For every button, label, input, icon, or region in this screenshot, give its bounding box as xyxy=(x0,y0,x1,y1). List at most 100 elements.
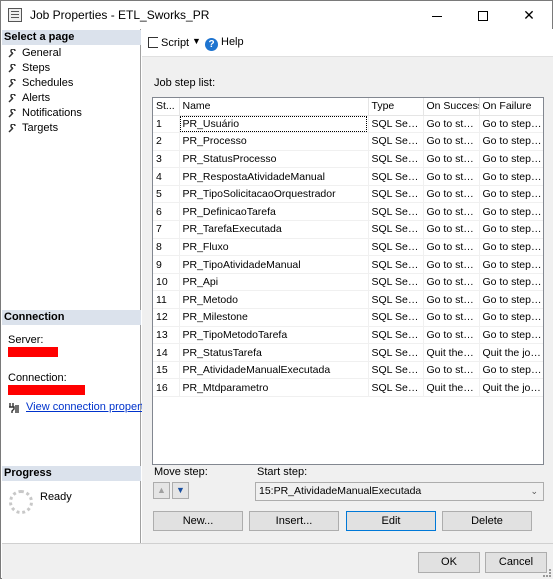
table-cell: 10 xyxy=(153,273,180,292)
table-cell: Quit the j... xyxy=(423,378,480,397)
table-cell: Go to step:... xyxy=(479,308,543,327)
progress-spinner-icon xyxy=(9,490,33,514)
table-cell: Go to step:... xyxy=(479,202,543,222)
step-name-cell: PR_TipoMetodoTarefa xyxy=(179,326,369,345)
table-cell: Go to ste... xyxy=(423,167,480,186)
table-cell: Go to step:... xyxy=(479,326,543,345)
page-item-targets[interactable]: Targets xyxy=(6,121,82,136)
ok-button[interactable]: OK xyxy=(418,552,480,573)
page-item-label: Notifications xyxy=(22,107,82,119)
page-item-alerts[interactable]: Alerts xyxy=(6,91,82,106)
connection-label: Connection: xyxy=(8,372,67,384)
table-row[interactable]: 16 PR_Mtdparametro SQL Serv... Quit the j..… xyxy=(153,378,543,397)
table-cell: 5 xyxy=(153,185,180,204)
cancel-button[interactable]: Cancel xyxy=(485,552,547,573)
arrow-up-icon: ▲ xyxy=(157,485,166,495)
script-button[interactable]: Script xyxy=(148,37,189,49)
table-cell: 6 xyxy=(153,202,180,222)
move-up-button[interactable]: ▲ xyxy=(153,482,170,499)
edit-step-button[interactable]: Edit xyxy=(346,511,436,531)
progress-status: Ready xyxy=(40,491,72,503)
start-step-select[interactable]: 15:PR_AtividadeManualExecutada ⌄ xyxy=(255,482,544,501)
close-button[interactable]: ✕ xyxy=(506,1,552,29)
view-connection-properties: View connection properties xyxy=(8,401,158,413)
new-step-button[interactable]: New... xyxy=(153,511,243,531)
help-label: Help xyxy=(221,36,244,48)
step-name-cell: PR_StatusProcesso xyxy=(179,150,369,169)
column-header[interactable]: On Success xyxy=(423,98,480,116)
server-label: Server: xyxy=(8,334,44,346)
delete-step-button[interactable]: Delete xyxy=(442,511,532,531)
table-row[interactable]: 4 PR_RespostaAtividadeManual SQL Serv... Go… xyxy=(153,167,543,186)
view-connection-properties-link[interactable]: View connection properties xyxy=(26,401,158,413)
table-cell: SQL Serv... xyxy=(368,167,424,186)
script-icon xyxy=(148,37,158,48)
table-cell: SQL Serv... xyxy=(368,378,424,397)
step-name-cell: PR_Fluxo xyxy=(179,238,369,257)
page-item-general[interactable]: General xyxy=(6,46,82,61)
page-item-schedules[interactable]: Schedules xyxy=(6,76,82,91)
resize-grip-icon[interactable] xyxy=(543,569,551,577)
table-cell: Go to ste... xyxy=(423,326,480,345)
table-row[interactable]: 7 PR_TarefaExecutada SQL Serv... Go to ste.… xyxy=(153,220,543,239)
progress-header: Progress xyxy=(2,466,141,481)
table-row[interactable]: 9 PR_TipoAtividadeManual SQL Serv... Go to … xyxy=(153,255,543,274)
job-properties-window: Job Properties - ETL_Sworks_PR ✕ Select … xyxy=(0,0,553,579)
step-name-cell: PR_TipoSolicitacaoOrquestrador xyxy=(179,185,369,204)
minimize-button[interactable] xyxy=(414,1,460,29)
close-icon: ✕ xyxy=(523,7,535,23)
table-row[interactable]: 6 PR_DefinicaoTarefa SQL Serv... Go to ste.… xyxy=(153,202,543,222)
table-cell: Go to step:... xyxy=(479,115,543,134)
move-down-button[interactable]: ▼ xyxy=(172,482,189,499)
column-header[interactable]: Type xyxy=(368,98,424,116)
wrench-icon xyxy=(8,109,16,118)
table-cell: SQL Serv... xyxy=(368,255,424,274)
page-list: General Steps Schedules Alerts Notifications… xyxy=(6,46,82,136)
start-step-value: 15:PR_AtividadeManualExecutada xyxy=(259,485,422,497)
table-row[interactable]: 11 PR_Metodo SQL Serv... Go to ste... Go to … xyxy=(153,290,543,310)
toolbar: Script ▼ ? Help xyxy=(142,29,553,57)
table-row[interactable]: 14 PR_StatusTarefa SQL Serv... Quit the j..… xyxy=(153,343,543,362)
script-label: Script xyxy=(161,37,190,49)
left-panel: Select a page General Steps Schedules Alert… xyxy=(2,29,158,543)
table-cell: 2 xyxy=(153,132,180,151)
insert-step-button[interactable]: Insert... xyxy=(249,511,339,531)
column-header[interactable]: On Failure xyxy=(479,98,543,116)
page-item-label: General xyxy=(22,47,62,59)
wrench-icon xyxy=(8,124,16,133)
page-item-label: Schedules xyxy=(22,77,74,89)
table-row[interactable]: 12 PR_Milestone SQL Serv... Go to ste... Go … xyxy=(153,308,543,327)
table-cell: Go to step:... xyxy=(479,185,543,204)
table-cell: SQL Serv... xyxy=(368,185,424,204)
table-row[interactable]: 5 PR_TipoSolicitacaoOrquestrador SQL Serv.… xyxy=(153,185,543,204)
table-cell: Go to ste... xyxy=(423,255,480,274)
page-item-steps[interactable]: Steps xyxy=(6,61,82,76)
chevron-down-icon: ⌄ xyxy=(530,486,538,496)
column-header[interactable]: St... xyxy=(153,98,180,116)
maximize-button[interactable] xyxy=(460,1,506,29)
step-name-cell: PR_DefinicaoTarefa xyxy=(179,202,369,222)
table-cell: Go to ste... xyxy=(423,185,480,204)
column-header[interactable]: Name xyxy=(179,98,369,116)
table-row[interactable]: 8 PR_Fluxo SQL Serv... Go to ste... Go to st… xyxy=(153,238,543,257)
job-step-list-label: Job step list: xyxy=(154,77,216,89)
table-cell: Go to ste... xyxy=(423,132,480,151)
table-row[interactable]: 3 PR_StatusProcesso SQL Serv... Go to ste..… xyxy=(153,150,543,169)
table-cell: Go to ste... xyxy=(423,220,480,239)
table-cell: Go to step:... xyxy=(479,255,543,274)
table-cell: SQL Serv... xyxy=(368,326,424,345)
page-item-notifications[interactable]: Notifications xyxy=(6,106,82,121)
table-row[interactable]: 10 PR_Api SQL Serv... Go to ste... Go to ste… xyxy=(153,273,543,292)
table-row[interactable]: 15 PR_AtividadeManualExecutada SQL Serv...… xyxy=(153,361,543,380)
grid-header-row: St... Name Type On Success On Failure xyxy=(153,98,543,116)
wrench-icon xyxy=(8,64,16,73)
table-cell: SQL Serv... xyxy=(368,132,424,151)
script-dropdown-icon[interactable]: ▼ xyxy=(192,36,201,46)
help-button[interactable]: ? Help xyxy=(205,36,244,51)
table-row[interactable]: 2 PR_Processo SQL Serv... Go to ste... Go to… xyxy=(153,132,543,151)
table-row[interactable]: 13 PR_TipoMetodoTarefa SQL Serv... Go to st… xyxy=(153,326,543,345)
table-cell: 9 xyxy=(153,255,180,274)
table-cell: 14 xyxy=(153,343,180,362)
step-name-cell: PR_Processo xyxy=(179,132,369,151)
table-row[interactable]: 1 PR_Usuário SQL Serv... Go to ste... Go to … xyxy=(153,115,543,134)
